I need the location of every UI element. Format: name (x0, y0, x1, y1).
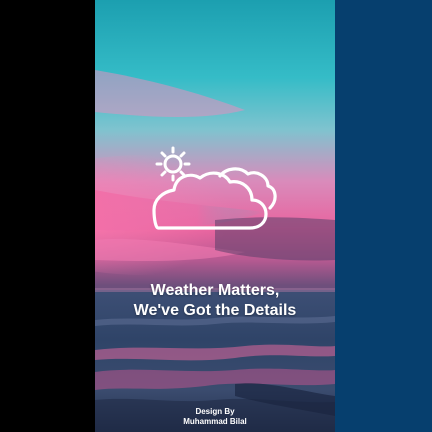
designer-credit: Design By Muhammad Bilal (95, 407, 335, 427)
cloud-sun-icon (152, 146, 277, 230)
screenshot-stage: Weather Matters, We've Got the Details D… (0, 0, 432, 432)
headline-line-1: Weather Matters, (150, 282, 280, 299)
headline-line-2: We've Got the Details (133, 302, 297, 319)
credit-line-1: Design By (195, 407, 235, 416)
headline: Weather Matters, We've Got the Details (95, 281, 335, 321)
splash-screen: Weather Matters, We've Got the Details D… (95, 0, 335, 432)
right-background-band (335, 0, 432, 432)
left-background-band (0, 0, 95, 432)
credit-line-2: Muhammad Bilal (183, 417, 247, 426)
